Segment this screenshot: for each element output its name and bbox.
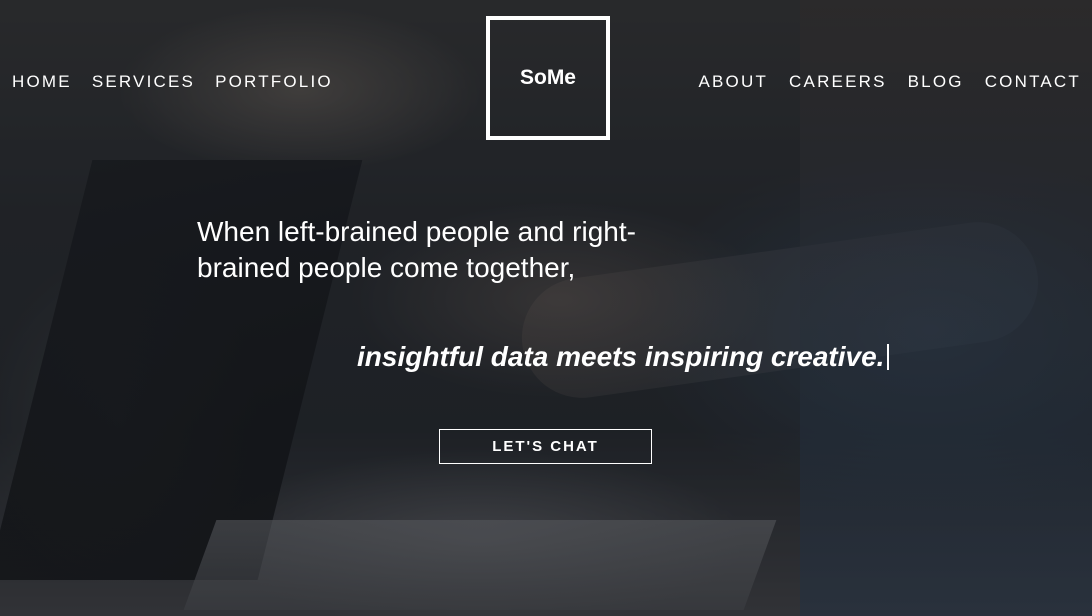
hero-tagline-text: insightful data meets inspiring creative… (357, 341, 885, 372)
nav-link-home[interactable]: HOME (12, 70, 72, 94)
nav-link-about[interactable]: ABOUT (698, 70, 768, 94)
nav-link-contact[interactable]: CONTACT (985, 70, 1081, 94)
hero-headline: When left-brained people and right-brain… (197, 216, 636, 283)
lets-chat-button[interactable]: LET'S CHAT (439, 429, 652, 464)
site-logo[interactable]: SoMe (486, 16, 610, 140)
nav-link-portfolio[interactable]: PORTFOLIO (215, 70, 333, 94)
typing-cursor (887, 344, 890, 370)
hero-tagline: insightful data meets inspiring creative… (357, 339, 890, 375)
nav-left: HOME SERVICES PORTFOLIO (12, 70, 353, 94)
nav-right: ABOUT CAREERS BLOG CONTACT (677, 70, 1081, 94)
nav-link-blog[interactable]: BLOG (908, 70, 964, 94)
nav-link-services[interactable]: SERVICES (92, 70, 195, 94)
nav-link-careers[interactable]: CAREERS (789, 70, 887, 94)
hero-section: HOME SERVICES PORTFOLIO SoMe ABOUT CAREE… (0, 0, 1092, 616)
